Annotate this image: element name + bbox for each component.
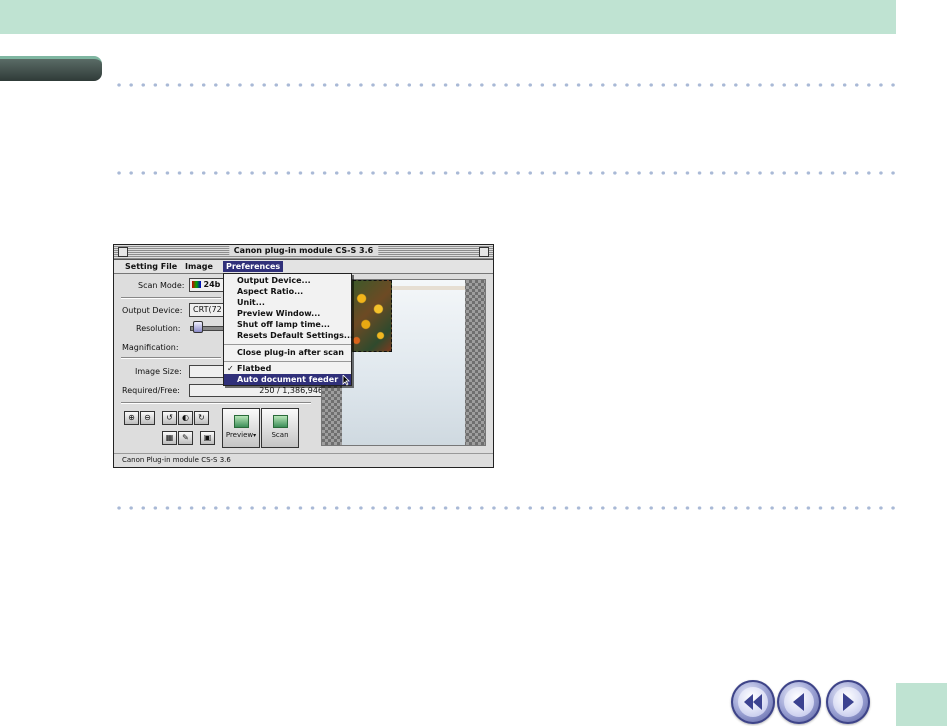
menu-item-unit[interactable]: Unit... (224, 297, 351, 308)
preferences-dropdown: Output Device... Aspect Ratio... Unit...… (223, 273, 353, 386)
menu-item-aspect-ratio[interactable]: Aspect Ratio... (224, 286, 351, 297)
menu-setting-file[interactable]: Setting File (122, 261, 180, 272)
image-adjust-icon[interactable]: ▣ (200, 431, 215, 445)
mouse-cursor-icon (342, 375, 350, 386)
menu-separator-2 (224, 361, 351, 362)
menu-item-reset-defaults[interactable]: Resets Default Settings... (224, 330, 353, 341)
image-size-field (189, 365, 225, 378)
menu-item-preview-window[interactable]: Preview Window... (224, 308, 351, 319)
scanner-dialog: Canon plug-in module CS-S 3.6 Setting Fi… (113, 244, 494, 468)
mirror-icon[interactable]: ◐ (178, 411, 193, 425)
preview-button-label: Preview (225, 431, 254, 439)
section-tab (0, 56, 102, 81)
zoom-box-icon[interactable] (479, 247, 489, 257)
dotted-divider-1 (113, 83, 895, 87)
eyedropper-icon[interactable]: ✎ (178, 431, 193, 445)
scan-mode-select[interactable]: 24b (189, 278, 225, 292)
image-size-label: Image Size: (135, 367, 182, 376)
menu-item-flatbed[interactable]: ✓ Flatbed (224, 363, 351, 374)
scan-mode-value: 24b (203, 280, 221, 289)
dotted-divider-2 (113, 171, 895, 175)
settings-separator-3 (121, 402, 311, 404)
title-bar[interactable]: Canon plug-in module CS-S 3.6 (114, 245, 493, 260)
zoom-out-icon[interactable]: ⊖ (140, 411, 155, 425)
scan-mode-label: Scan Mode: (138, 281, 185, 290)
left-arrow-icon (793, 693, 804, 711)
menu-bar: Setting File Image Preferences (114, 260, 493, 274)
flatbed-label: Flatbed (237, 364, 272, 373)
page-corner-block (896, 683, 947, 726)
menu-item-shut-off-lamp[interactable]: Shut off lamp time... (224, 319, 351, 330)
output-device-select[interactable]: CRT(72 (189, 303, 225, 317)
dotted-divider-3 (113, 506, 895, 510)
grid-icon[interactable]: ▦ (162, 431, 177, 445)
required-free-label: Required/Free: (122, 386, 180, 395)
menu-item-close-after-scan[interactable]: Close plug-in after scan (224, 347, 351, 358)
rotate-left-icon[interactable]: ↺ (162, 411, 177, 425)
scan-button[interactable]: Scan (261, 408, 299, 448)
output-device-label: Output Device: (122, 306, 183, 315)
preview-icon (233, 415, 249, 428)
zoom-in-icon[interactable]: ⊕ (124, 411, 139, 425)
close-box-icon[interactable] (118, 247, 128, 257)
resolution-label: Resolution: (136, 324, 181, 333)
nav-next-page-button[interactable] (826, 680, 870, 724)
menu-image[interactable]: Image (182, 261, 216, 272)
sunflower-photo-thumbnail[interactable] (348, 280, 392, 352)
resolution-slider-thumb[interactable] (193, 321, 203, 333)
menu-item-auto-document-feeder[interactable]: Auto document feeder (224, 374, 351, 385)
settings-separator-1 (121, 297, 221, 299)
preview-dropdown-icon: ▾ (253, 432, 257, 439)
magnification-label: Magnification: (122, 343, 179, 352)
nav-first-page-button[interactable] (731, 680, 775, 724)
menu-item-output-device[interactable]: Output Device... (224, 275, 351, 286)
double-left-arrow-icon (744, 694, 762, 710)
scan-icon (272, 415, 288, 428)
checkmark-icon: ✓ (227, 364, 234, 373)
color-mode-icon (192, 281, 201, 288)
rotate-right-icon[interactable]: ↻ (194, 411, 209, 425)
header-band (0, 0, 896, 34)
nav-previous-page-button[interactable] (777, 680, 821, 724)
settings-separator-2 (121, 357, 221, 359)
window-title: Canon plug-in module CS-S 3.6 (228, 246, 379, 255)
preview-button[interactable]: Preview▾ (222, 408, 260, 448)
right-arrow-icon (843, 693, 854, 711)
menu-separator-1 (224, 344, 351, 345)
menu-preferences[interactable]: Preferences (223, 261, 284, 272)
status-bar: Canon Plug-in module CS-S 3.6 (114, 453, 493, 467)
scan-button-label: Scan (271, 431, 289, 439)
